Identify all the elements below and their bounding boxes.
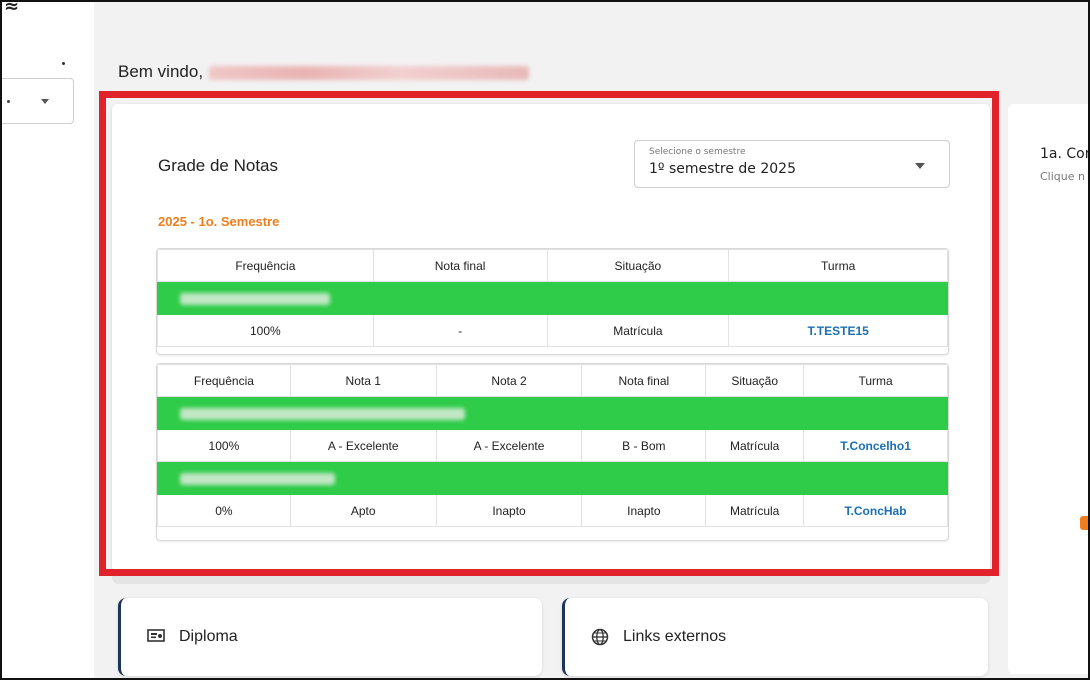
cell-nota-final: - [372, 314, 548, 347]
subject-row [157, 281, 948, 315]
chevron-down-icon [41, 99, 49, 104]
subject-row [157, 461, 948, 495]
semester-select[interactable]: Selecione o semestre 1º semestre de 2025 [634, 140, 950, 188]
cell-situacao: Matrícula [546, 314, 730, 347]
cell-frequencia: 0% [157, 494, 291, 527]
corner-glyph: ≈ [4, 0, 20, 17]
header-situacao: Situação [705, 364, 805, 397]
header-nota-final: Nota final [581, 364, 707, 397]
right-card[interactable]: 1a. Con Clique n [1008, 104, 1090, 674]
cell-nota-2: Inapto [435, 494, 583, 527]
links-externos-label: Links externos [623, 628, 727, 645]
header-nota-2: Nota 2 [435, 364, 583, 397]
globe-icon [591, 628, 609, 651]
header-turma: Turma [803, 364, 948, 397]
turma-link[interactable]: T.TESTE15 [728, 314, 948, 347]
table-row: 0% Apto Inapto Inapto Matrícula T.ConcHa… [157, 494, 948, 527]
cell-nota-1: Apto [289, 494, 437, 527]
right-card-subtitle: Clique n [1040, 170, 1085, 183]
semester-heading: 2025 - 1o. Semestre [158, 214, 280, 229]
card-shadow [112, 576, 990, 584]
right-card-title: 1a. Con [1040, 146, 1090, 162]
semester-select-label: Selecione o semestre [649, 147, 746, 157]
left-dropdown[interactable] [0, 78, 74, 124]
left-sidebar: ≈ [0, 0, 94, 680]
grade-card: Grade de Notas Selecione o semestre 1º s… [112, 104, 990, 572]
header-turma: Turma [728, 249, 948, 282]
grades-table-2: Frequência Nota 1 Nota 2 Nota final Situ… [156, 363, 949, 541]
subject-name-redacted [157, 281, 948, 315]
cell-frequencia: 100% [157, 429, 291, 462]
orange-badge [1080, 516, 1090, 530]
cell-situacao: Matrícula [705, 494, 805, 527]
grade-title: Grade de Notas [158, 156, 279, 175]
header-situacao: Situação [546, 249, 730, 282]
table-header-row: Frequência Nota 1 Nota 2 Nota final Situ… [157, 364, 948, 397]
semester-select-value: 1º semestre de 2025 [649, 161, 796, 177]
welcome-prefix: Bem vindo, [118, 62, 204, 81]
subject-row [157, 396, 948, 430]
user-name-redacted [209, 65, 530, 80]
cell-nota-1: A - Excelente [289, 429, 437, 462]
header-frequencia: Frequência [157, 249, 374, 282]
chevron-down-icon [915, 163, 925, 169]
turma-link[interactable]: T.ConcHab [803, 494, 948, 527]
cell-nota-2: A - Excelente [435, 429, 583, 462]
links-externos-card[interactable]: Links externos [562, 598, 988, 676]
subject-name-redacted [157, 461, 948, 495]
welcome-text: Bem vindo, [118, 62, 530, 82]
cell-frequencia: 100% [157, 314, 374, 347]
table-header-row: Frequência Nota final Situação Turma [157, 249, 948, 282]
cell-situacao: Matrícula [705, 429, 805, 462]
header-frequencia: Frequência [157, 364, 291, 397]
grades-table-1: Frequência Nota final Situação Turma 100… [156, 248, 949, 355]
turma-link[interactable]: T.Concelho1 [803, 429, 948, 462]
cell-nota-final: B - Bom [581, 429, 707, 462]
dot [62, 62, 65, 65]
header-nota-1: Nota 1 [289, 364, 437, 397]
diploma-label: Diploma [179, 628, 238, 645]
diploma-icon [147, 628, 165, 649]
table-row: 100% A - Excelente A - Excelente B - Bom… [157, 429, 948, 462]
table-row: 100% - Matrícula T.TESTE15 [157, 314, 948, 347]
subject-name-redacted [157, 396, 948, 430]
diploma-card[interactable]: Diploma [118, 598, 542, 676]
cell-nota-final: Inapto [581, 494, 707, 527]
header-nota-final: Nota final [372, 249, 548, 282]
